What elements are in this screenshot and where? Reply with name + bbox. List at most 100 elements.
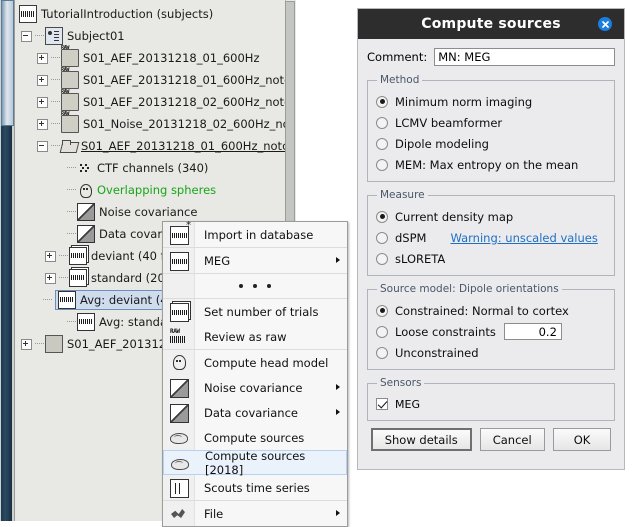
radio-button-icon[interactable] [376,232,388,244]
radio-current-density-map[interactable]: Current density map [376,206,606,227]
radio-label: LCMV beamformer [395,116,502,130]
collapse-expander-icon[interactable] [21,31,32,42]
radio-button-icon[interactable] [376,326,388,338]
tree-item-label: Noise covariance [95,205,197,219]
tree-item-run01-600hz-notch[interactable]: S01_AEF_20131218_01_600Hz_notch [37,70,286,90]
scrollbar-track[interactable] [1,126,12,521]
radio-unconstrained[interactable]: Unconstrained [376,342,606,363]
head-model-icon [170,354,187,371]
radio-button-icon[interactable] [376,138,388,150]
expand-expander-icon[interactable] [21,339,32,350]
radio-button-icon[interactable] [376,159,388,171]
radio-minimum-norm-imaging[interactable]: Minimum norm imaging [376,91,606,112]
scout-icon [170,479,189,498]
dialog-titlebar[interactable]: Compute sources [358,9,624,39]
tree-item-noise-covariance[interactable]: Noise covariance [55,202,197,222]
menu-item-scouts-time-series[interactable]: Scouts time series [163,475,347,500]
menu-item-noise-covariance[interactable]: Noise covariance [163,375,347,400]
checkbox-meg[interactable]: MEG [376,394,606,414]
radio-constrained-normal-to-cortex[interactable]: Constrained: Normal to cortex [376,300,606,321]
expand-expander-icon[interactable] [37,53,48,64]
dialog-title: Compute sources [421,16,560,32]
checkbox-icon[interactable] [376,398,388,410]
tree-connector [59,255,68,257]
tree-vertical-scrollbar[interactable] [0,0,15,521]
radio-lcmv-beamformer[interactable]: LCMV beamformer [376,112,606,133]
radio-label: MEM: Max entropy on the mean [395,158,578,172]
menu-item-compute-sources-2018[interactable]: Compute sources [2018] [163,450,347,475]
trial-stack-icon [69,269,87,287]
expand-expander-icon[interactable] [37,97,48,108]
head-model-icon [77,182,93,198]
scrollbar-thumb[interactable] [285,1,295,239]
radio-label: Current density map [395,210,513,224]
radio-button-icon[interactable] [376,305,388,317]
tree-connector-avg-deviant [43,290,53,310]
tree-item-run01-600hz[interactable]: S01_AEF_20131218_01_600Hz [37,48,259,68]
menu-item-data-covariance[interactable]: Data covariance [163,400,347,425]
submenu-arrow-icon [336,510,340,516]
dialog-button-bar: Show details Cancel OK [367,428,615,451]
tree-item-subject01[interactable]: Subject01 [21,26,125,46]
ok-button[interactable]: OK [553,428,612,451]
method-group: Method Minimum norm imaging LCMV beamfor… [367,74,615,182]
menu-item-compute-head-model[interactable]: Compute head model [163,350,347,375]
radio-sloreta[interactable]: sLORETA [376,248,606,269]
wave-icon [170,252,189,271]
brain-icon [171,455,188,472]
radio-loose-constraints[interactable]: Loose constraints [376,321,606,342]
menu-item-more-ellipsis[interactable] [163,274,347,298]
radio-mem-max-entropy[interactable]: MEM: Max entropy on the mean [376,154,606,175]
radio-dspm[interactable]: dSPM Warning: unscaled values [376,227,606,248]
collapse-expander-icon[interactable] [37,141,48,152]
open-folder-icon [61,138,77,154]
radio-button-icon[interactable] [376,211,388,223]
menu-item-import-in-database[interactable]: Import in database [163,222,347,247]
warning-unscaled-values-link[interactable]: Warning: unscaled values [450,231,597,245]
radio-label: Dipole modeling [395,137,489,151]
sensors-group: Sensors MEG [367,377,615,421]
raw-icon [170,328,187,345]
menu-item-review-as-raw[interactable]: Review as raw [163,324,347,349]
tree-item-open-condition-folder[interactable]: S01_AEF_20131218_01_600Hz_notch [37,136,286,156]
expand-expander-icon[interactable] [37,75,48,86]
cancel-button[interactable]: Cancel [480,428,545,451]
compute-sources-dialog: Compute sources Comment: Method Minimum … [357,8,625,470]
tree-item-label: CTF channels (340) [93,161,208,175]
comment-input[interactable] [434,48,615,66]
menu-item-label: Compute head model [163,356,328,370]
scrollbar-thumb[interactable] [1,0,14,126]
tree-item-ctf-channels[interactable]: CTF channels (340) [55,158,208,178]
menu-item-file[interactable]: File [163,501,347,526]
radio-button-icon[interactable] [376,347,388,359]
tree-connector [35,35,44,37]
tree-item-overlapping-spheres[interactable]: Overlapping spheres [55,180,216,200]
radio-button-icon[interactable] [376,117,388,129]
radio-dipole-modeling[interactable]: Dipole modeling [376,133,606,154]
expand-expander-icon[interactable] [37,119,48,130]
radio-button-icon[interactable] [376,96,388,108]
raw-folder-icon [61,71,79,89]
show-details-button[interactable]: Show details [371,428,472,451]
tree-item-label: Overlapping spheres [93,183,216,197]
tree-indent [55,318,64,327]
covariance-icon [77,203,95,221]
menu-item-compute-sources[interactable]: Compute sources [163,425,347,450]
expand-expander-icon[interactable] [45,273,56,284]
tree-connector [51,101,60,103]
menu-item-set-number-of-trials[interactable]: Set number of trials [163,299,347,324]
tree-item-run02-600hz-notch[interactable]: S01_AEF_20131218_02_600Hz_notch [37,92,286,112]
radio-button-icon[interactable] [376,253,388,265]
close-icon[interactable] [598,17,612,31]
import-icon [170,226,189,245]
tree-item-label: TutorialIntroduction (subjects) [37,7,213,21]
loose-constraints-input[interactable] [504,323,562,340]
tree-indent [55,164,64,173]
dialog-body: Comment: Method Minimum norm imaging LCM… [358,39,624,451]
expand-expander-icon[interactable] [45,251,56,262]
tree-item-noise-run02[interactable]: S01_Noise_20131218_02_600Hz_notch [37,114,286,134]
sensors-legend: Sensors [377,377,424,389]
database-icon [19,5,37,23]
tree-item-root[interactable]: TutorialIntroduction (subjects) [19,4,213,24]
menu-item-meg[interactable]: MEG [163,248,347,273]
